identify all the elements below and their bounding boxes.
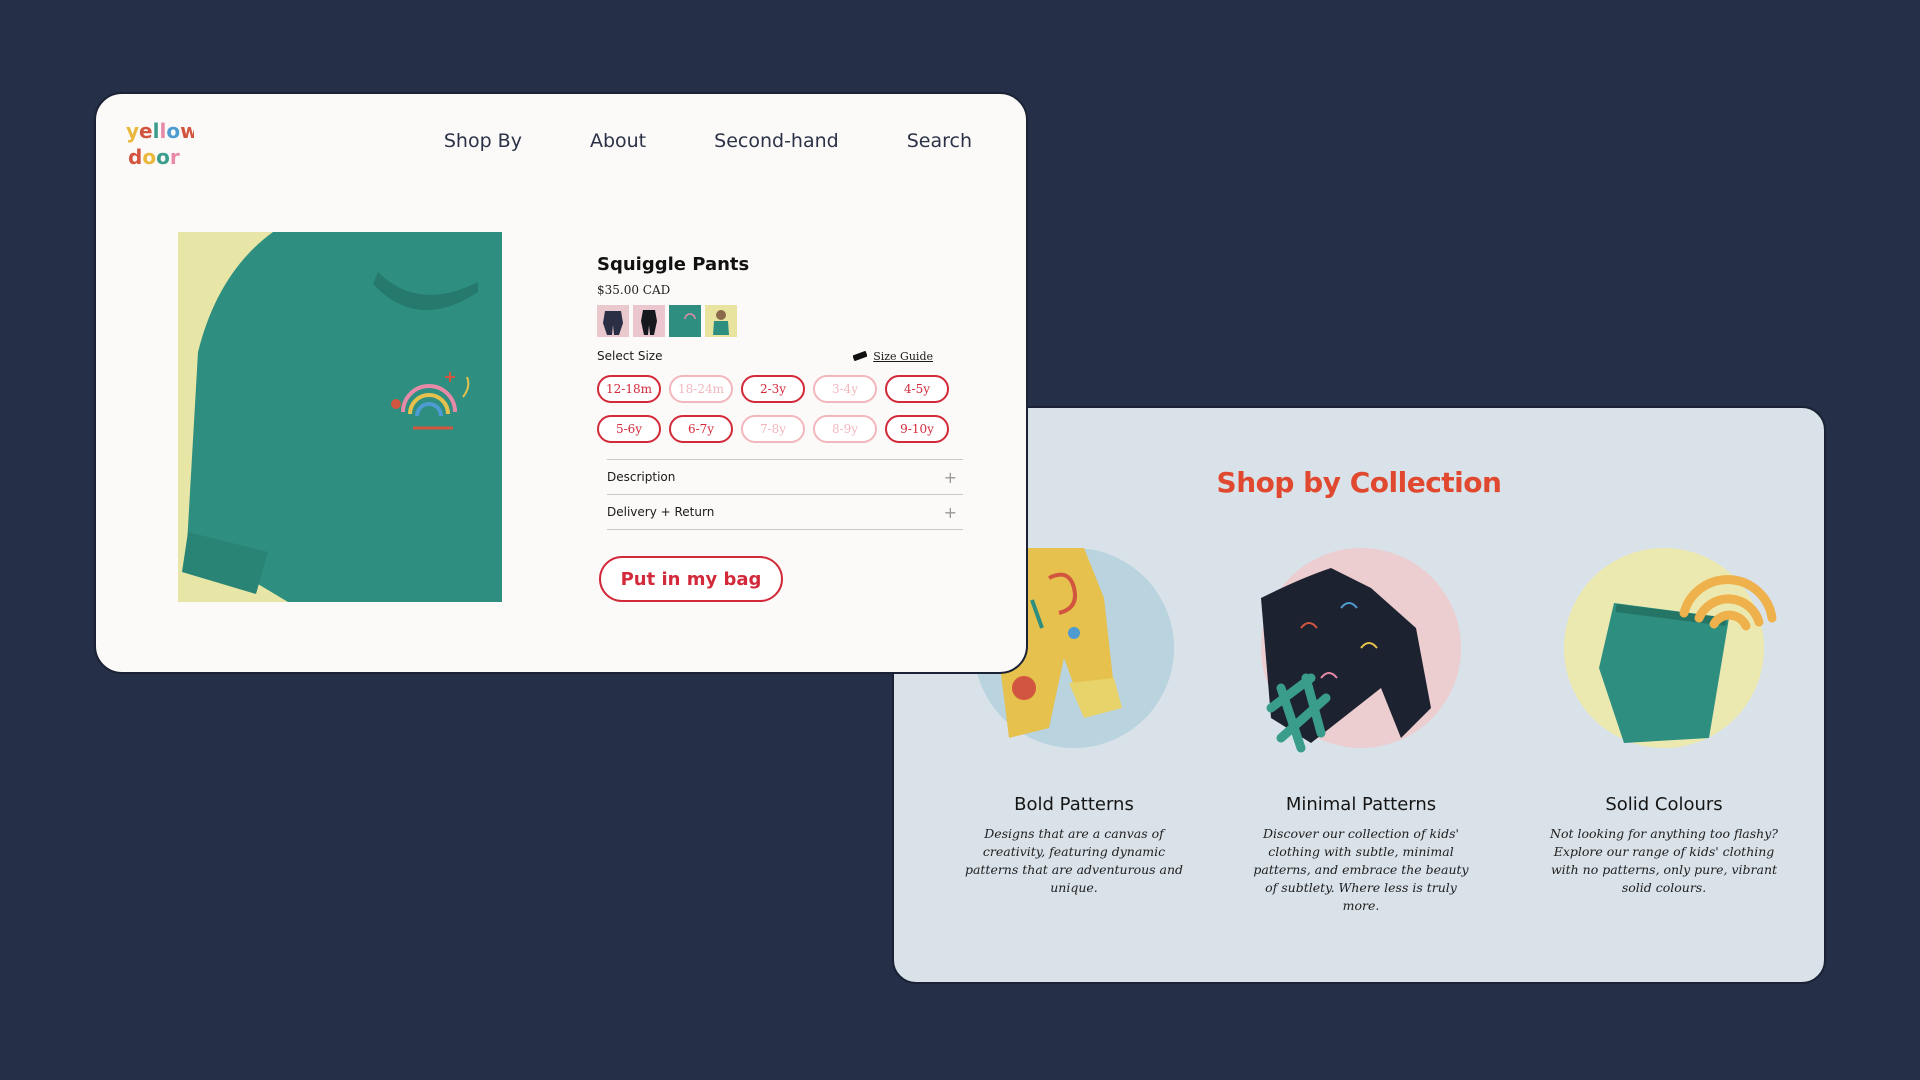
size-guide-link[interactable]: Size Guide	[853, 350, 933, 363]
size-option-disabled: 18-24m	[669, 375, 733, 403]
main-nav: Shop By About Second-hand Search	[444, 130, 972, 152]
collection-item-solid-colours[interactable]: Solid Colours Not looking for anything t…	[1524, 538, 1804, 897]
collection-name: Minimal Patterns	[1285, 794, 1437, 815]
nav-search[interactable]: Search	[907, 130, 972, 152]
collection-title: Shop by Collection	[1216, 466, 1502, 499]
add-to-bag-button[interactable]: Put in my bag	[599, 556, 783, 602]
accordion-label: Delivery + Return	[607, 505, 715, 519]
collection-card: Shop by Collection Bold Patterns Designs…	[892, 406, 1826, 984]
size-option[interactable]: 9-10y	[885, 415, 949, 443]
collection-description: Not looking for anything too flashy? Exp…	[1550, 826, 1778, 895]
product-image	[178, 232, 502, 602]
navy-sweatshirt-icon	[1261, 568, 1431, 753]
product-name: Squiggle Pants	[597, 254, 750, 275]
nav-shop-by[interactable]: Shop By	[444, 130, 522, 152]
collection-item-minimal-patterns[interactable]: Minimal Patterns Discover our collection…	[1221, 538, 1501, 915]
nav-about[interactable]: About	[590, 130, 646, 152]
collection-name: Solid Colours	[1605, 794, 1723, 815]
ruler-icon	[853, 351, 868, 361]
size-guide-label: Size Guide	[873, 349, 933, 363]
size-option[interactable]: 5-6y	[597, 415, 661, 443]
product-details: Squiggle Pants $35.00 CAD Select Size Si…	[597, 244, 967, 602]
nav-second-hand[interactable]: Second-hand	[714, 130, 839, 152]
size-option-disabled: 8-9y	[813, 415, 877, 443]
size-option[interactable]: 6-7y	[669, 415, 733, 443]
product-accordion: Description + Delivery + Return +	[607, 459, 963, 530]
navy-outfit-thumbnail[interactable]	[597, 305, 629, 337]
plus-icon: +	[943, 467, 957, 487]
svg-text:door: door	[128, 145, 180, 169]
green-sweatshirt-thumbnail[interactable]	[669, 305, 701, 337]
green-pants-icon	[1599, 575, 1777, 743]
accordion-description[interactable]: Description +	[607, 460, 963, 495]
collection-name: Bold Patterns	[1014, 794, 1134, 815]
logo-icon: yellow door	[126, 119, 199, 169]
size-option[interactable]: 2-3y	[741, 375, 805, 403]
black-outfit-thumbnail[interactable]	[633, 305, 665, 337]
collection-description: Discover our collection of kids' clothin…	[1253, 826, 1469, 913]
accordion-label: Description	[607, 470, 676, 484]
product-card: yellow door Shop By About Second-hand Se…	[94, 92, 1028, 674]
size-option-disabled: 3-4y	[813, 375, 877, 403]
size-header: Select Size Size Guide	[597, 349, 933, 363]
product-price: $35.00 CAD	[597, 283, 671, 297]
minimal-patterns-image	[1241, 538, 1481, 758]
size-options: 12-18m 18-24m 2-3y 3-4y 4-5y 5-6y 6-7y 7…	[597, 375, 967, 443]
svg-text:yellow: yellow	[126, 119, 194, 143]
size-option[interactable]: 4-5y	[885, 375, 949, 403]
green-sweatshirt-image	[182, 232, 502, 602]
yellow-door-logo[interactable]: yellow door	[124, 114, 199, 174]
size-option[interactable]: 12-18m	[597, 375, 661, 403]
color-swatches	[597, 305, 967, 337]
accordion-delivery-return[interactable]: Delivery + Return +	[607, 495, 963, 530]
child-model-thumbnail[interactable]	[705, 305, 737, 337]
plus-icon: +	[943, 502, 957, 522]
size-option-disabled: 7-8y	[741, 415, 805, 443]
select-size-label: Select Size	[597, 349, 663, 363]
solid-colours-image	[1544, 538, 1784, 758]
collection-description: Designs that are a canvas of creativity,…	[964, 826, 1184, 895]
